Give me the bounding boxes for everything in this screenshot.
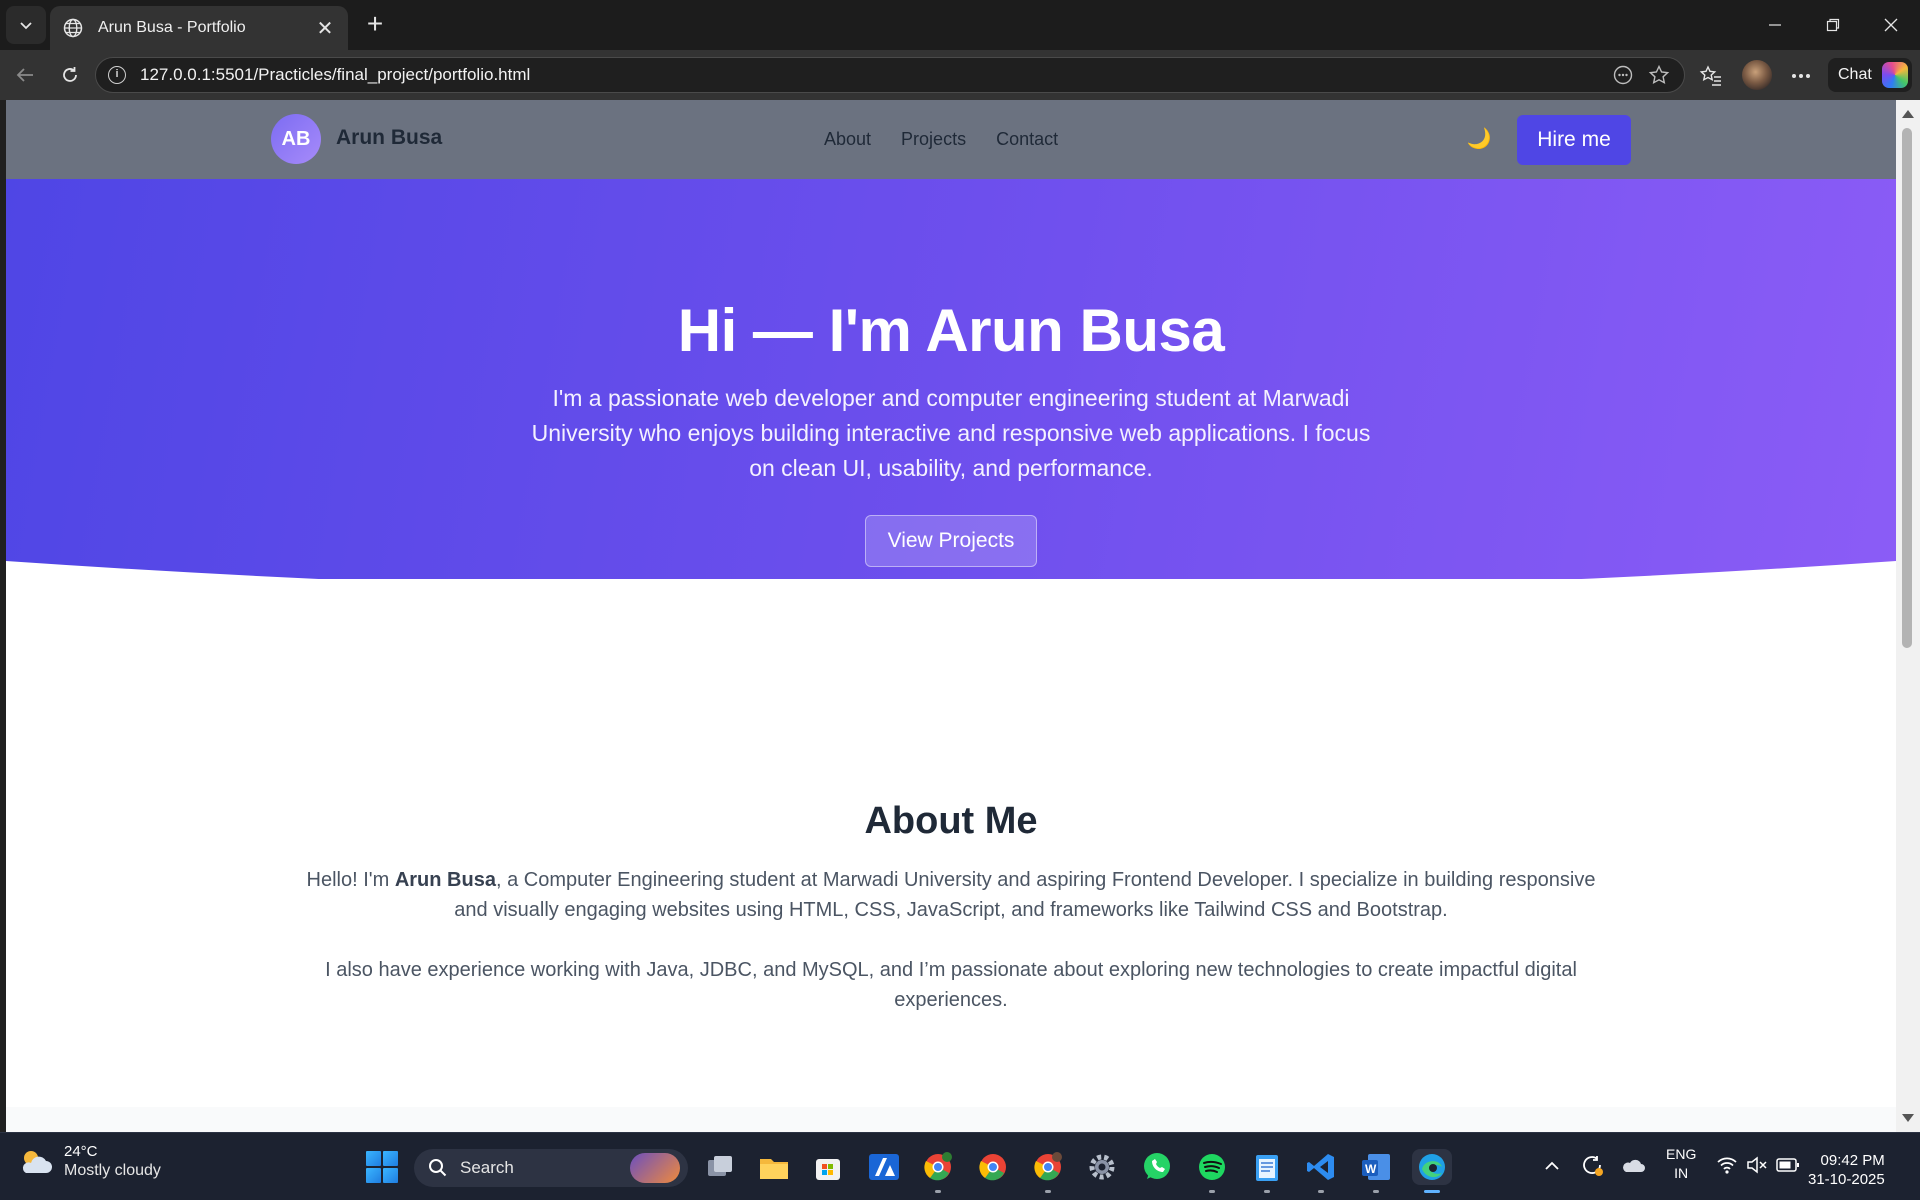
browser-tabbar: Arun Busa - Portfolio ✕ + xyxy=(0,0,1920,50)
volume-muted-icon[interactable] xyxy=(1746,1155,1768,1175)
start-windows-icon[interactable] xyxy=(366,1151,398,1183)
logo-name[interactable]: Arun Busa xyxy=(336,126,442,150)
whatsapp-icon[interactable] xyxy=(1139,1149,1175,1185)
page-viewport: Hi — I'm Arun Busa I'm a passionate web … xyxy=(6,100,1896,1132)
taskbar-search[interactable]: Search xyxy=(414,1149,688,1187)
wifi-icon[interactable] xyxy=(1716,1155,1738,1175)
hero-subtitle: I'm a passionate web developer and compu… xyxy=(531,385,1371,481)
search-icon xyxy=(429,1159,447,1177)
word-icon[interactable]: W xyxy=(1358,1149,1394,1193)
address-url[interactable]: 127.0.0.1:5501/Practicles/final_project/… xyxy=(140,65,1612,85)
scrollbar-thumb[interactable] xyxy=(1902,128,1912,648)
cloudy-weather-icon xyxy=(22,1150,52,1173)
chevron-up-icon[interactable] xyxy=(1544,1159,1560,1171)
search-highlight-icon xyxy=(630,1153,680,1183)
nav-link-about[interactable]: About xyxy=(824,129,871,150)
next-section-edge xyxy=(6,1107,1896,1132)
favorite-star-icon[interactable] xyxy=(1648,64,1670,86)
address-bar[interactable]: i 127.0.0.1:5501/Practicles/final_projec… xyxy=(95,57,1685,93)
weather-condition: Mostly cloudy xyxy=(64,1162,161,1179)
language-code: ENG xyxy=(1666,1146,1697,1162)
about-p1-name: Arun Busa xyxy=(394,869,496,891)
hero-title: Hi — I'm Arun Busa xyxy=(677,297,1225,364)
chrome-profile-a-icon[interactable] xyxy=(920,1149,956,1193)
site-header: AB Arun Busa About Projects Contact 🌙 Hi… xyxy=(6,100,1896,179)
copilot-chat-button[interactable]: Chat xyxy=(1828,58,1912,92)
close-window-button[interactable] xyxy=(1862,0,1920,50)
browser-tab-active[interactable]: Arun Busa - Portfolio ✕ xyxy=(50,6,348,50)
arrow-left-icon xyxy=(16,68,33,82)
profile-avatar[interactable] xyxy=(1742,60,1772,90)
weather-widget[interactable]: 24°C Mostly cloudy xyxy=(18,1143,161,1180)
page-scrollbar[interactable] xyxy=(1896,100,1920,1132)
file-explorer-icon[interactable] xyxy=(756,1149,792,1185)
microsoft-store-icon[interactable] xyxy=(810,1149,846,1185)
edge-icon[interactable] xyxy=(1412,1149,1452,1193)
chevron-down-icon xyxy=(20,22,32,30)
theme-toggle-moon-icon[interactable]: 🌙 xyxy=(1466,126,1492,152)
language-indicator[interactable]: ENG IN xyxy=(1666,1145,1696,1183)
scroll-down-arrow-icon[interactable] xyxy=(1902,1114,1914,1122)
weather-temperature: 24°C xyxy=(64,1143,98,1160)
reload-button[interactable] xyxy=(53,58,87,92)
new-tab-button[interactable]: + xyxy=(360,10,390,40)
settings-more-button[interactable] xyxy=(1788,63,1814,89)
sync-update-icon[interactable] xyxy=(1580,1153,1604,1177)
favorites-list-icon xyxy=(1699,65,1721,86)
minimize-button[interactable] xyxy=(1746,0,1804,50)
restore-button[interactable] xyxy=(1804,0,1862,50)
settings-gear-icon[interactable] xyxy=(1084,1149,1120,1185)
spotify-icon[interactable] xyxy=(1194,1149,1230,1193)
chat-label: Chat xyxy=(1838,66,1872,83)
close-icon xyxy=(1884,18,1898,32)
logo-avatar[interactable]: AB xyxy=(271,114,321,164)
task-view-icon[interactable] xyxy=(702,1149,738,1185)
view-projects-button[interactable]: View Projects xyxy=(865,515,1037,567)
clock-date: 31-10-2025 xyxy=(1808,1171,1885,1188)
nav-link-contact[interactable]: Contact xyxy=(996,129,1058,150)
clock-time: 09:42 PM xyxy=(1820,1152,1885,1169)
copilot-icon xyxy=(1881,62,1908,88)
minimize-icon xyxy=(1769,24,1781,26)
main-nav: About Projects Contact xyxy=(824,129,1058,150)
chrome-icon[interactable] xyxy=(975,1149,1011,1185)
tab-title: Arun Busa - Portfolio xyxy=(98,19,246,36)
windows-taskbar: 24°C Mostly cloudy Search W ENG IN 09:42… xyxy=(0,1132,1920,1200)
about-paragraph-2: I also have experience working with Java… xyxy=(325,959,1577,1011)
svg-text:W: W xyxy=(1365,1162,1377,1176)
about-paragraph-1: Hello! I'm Arun Busa, a Computer Enginee… xyxy=(296,865,1606,925)
notepad-icon[interactable] xyxy=(1249,1149,1285,1193)
about-heading: About Me xyxy=(864,800,1038,842)
site-info-icon[interactable]: i xyxy=(108,66,126,84)
favorites-button[interactable] xyxy=(1698,63,1724,89)
hire-me-button[interactable]: Hire me xyxy=(1517,115,1631,165)
back-button[interactable] xyxy=(8,58,42,92)
globe-icon xyxy=(63,18,83,38)
system-clock[interactable]: 09:42 PM 31-10-2025 xyxy=(1808,1151,1885,1189)
nav-link-projects[interactable]: Projects xyxy=(901,129,966,150)
more-site-options-icon[interactable] xyxy=(1612,64,1634,86)
about-p1-suffix: , a Computer Engineering student at Marw… xyxy=(454,869,1596,921)
onedrive-cloud-icon[interactable] xyxy=(1620,1155,1646,1175)
restore-icon xyxy=(1826,18,1840,32)
reload-icon xyxy=(63,67,77,82)
azure-app-icon[interactable] xyxy=(866,1149,902,1185)
browser-toolbar: i 127.0.0.1:5501/Practicles/final_projec… xyxy=(0,50,1920,100)
scroll-up-arrow-icon[interactable] xyxy=(1902,110,1914,118)
about-p1-prefix: Hello! I'm xyxy=(306,869,395,891)
search-placeholder: Search xyxy=(460,1158,514,1177)
more-horizontal-icon xyxy=(1792,74,1810,78)
hero-section: Hi — I'm Arun Busa I'm a passionate web … xyxy=(6,179,1896,661)
chrome-profile-b-icon[interactable] xyxy=(1030,1149,1066,1193)
tab-close-icon[interactable]: ✕ xyxy=(314,16,336,41)
language-region: IN xyxy=(1674,1165,1689,1181)
tab-actions-menu-button[interactable] xyxy=(6,6,46,44)
vscode-icon[interactable] xyxy=(1303,1149,1339,1193)
battery-icon[interactable] xyxy=(1776,1157,1800,1173)
